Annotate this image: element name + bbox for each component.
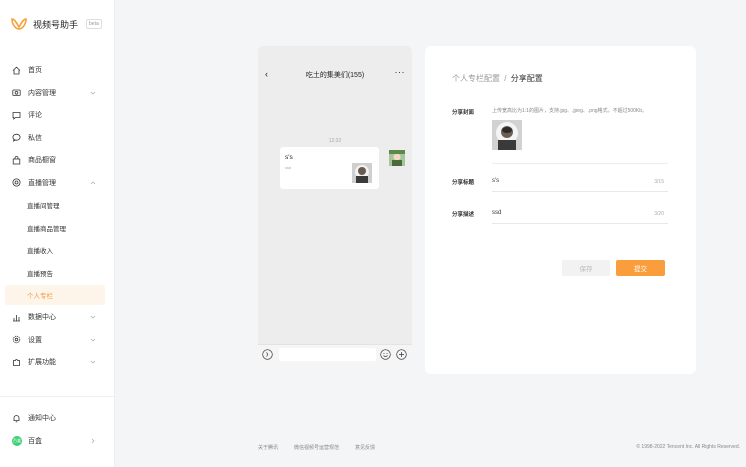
chevron-down-icon: [90, 91, 96, 94]
voice-icon[interactable]: [262, 349, 273, 360]
bag-icon: [12, 155, 21, 165]
footer-links: 关于腾讯 微信视频号运营规范 意见反馈: [258, 444, 375, 451]
chevron-down-icon: [90, 338, 96, 341]
share-card-thumbnail: [352, 163, 372, 183]
chat-title: 吃土的集美们(155): [305, 72, 365, 79]
breadcrumb-separator: /: [504, 74, 507, 83]
phone-header: ‹ 吃土的集美们(155) ···: [258, 46, 412, 101]
sidebar-subitem-live-room[interactable]: 直播间管理: [0, 194, 115, 217]
sidebar-item-content[interactable]: 内容管理: [0, 82, 115, 105]
cover-hint: 上传宽高比为1:1的图片，支持.jpg、.jpeg、.png格式，不超过500K…: [492, 108, 648, 114]
live-icon: [12, 178, 21, 187]
gear-icon: [12, 335, 21, 344]
chevron-down-icon: [90, 360, 96, 364]
sidebar-item-data[interactable]: 数据中心: [0, 306, 115, 329]
chart-icon: [12, 313, 21, 322]
sidebar-item-label: 评论: [28, 112, 42, 120]
section-divider: [492, 163, 668, 164]
submit-button[interactable]: 提交: [616, 260, 665, 276]
sidebar-subitem-live-preview[interactable]: 直播预告: [0, 262, 115, 285]
footer-link-feedback[interactable]: 意见反馈: [355, 444, 375, 451]
sidebar-item-label: 通知中心: [28, 415, 56, 423]
plus-icon[interactable]: [396, 349, 407, 360]
sidebar-bottom: 通知中心 百盒 百盒: [0, 407, 115, 452]
camera-icon: [12, 88, 21, 97]
chevron-up-icon: [90, 181, 96, 184]
share-title-value: s's: [492, 178, 500, 184]
sidebar-item-shop[interactable]: 商品橱窗: [0, 149, 115, 172]
sidebar-item-label: 设置: [28, 336, 42, 344]
user-name: 百盒: [28, 437, 42, 445]
sidebar-item-label: 首页: [28, 67, 42, 75]
sidebar-subitem-personal-column[interactable]: 个人专栏: [5, 285, 105, 305]
sidebar-item-messages[interactable]: 私信: [0, 127, 115, 150]
sidebar-item-home[interactable]: 首页: [0, 59, 115, 82]
sidebar-item-label: 商品橱窗: [28, 157, 56, 165]
cover-label: 分享封面: [452, 110, 475, 116]
home-icon: [12, 66, 21, 75]
share-card-desc: ssd: [285, 165, 292, 170]
sidebar-item-label: 扩展功能: [28, 359, 56, 367]
share-desc-input[interactable]: ssd 3/20: [492, 206, 668, 224]
message-icon: [12, 133, 21, 143]
channels-logo-icon: [11, 18, 27, 30]
save-button[interactable]: 保存: [562, 260, 610, 276]
sidebar-item-extensions[interactable]: 扩展功能: [0, 351, 115, 374]
share-card-preview: s's ssd: [280, 147, 379, 189]
desc-label: 分享描述: [452, 212, 475, 218]
chevron-down-icon: [90, 315, 96, 319]
chat-input-field[interactable]: [279, 348, 376, 361]
breadcrumb-current: 分享配置: [510, 74, 543, 83]
sidebar-item-label: 内容管理: [28, 89, 56, 97]
avatar: 百盒: [12, 435, 22, 446]
app-name: 视频号助手: [33, 19, 79, 30]
phone-preview: ‹ 吃土的集美们(155) ··· 12:32 s's ssd: [258, 46, 412, 364]
chat-time: 12:32: [328, 138, 342, 144]
more-icon[interactable]: ···: [395, 67, 406, 77]
puzzle-icon: [12, 358, 21, 367]
sender-avatar: [389, 150, 405, 166]
footer-link-rules[interactable]: 微信视频号运营规范: [294, 444, 339, 451]
bell-icon: [12, 414, 21, 423]
chevron-right-icon: [91, 438, 95, 443]
emoji-icon[interactable]: [380, 349, 391, 360]
sidebar-subitem-live-income[interactable]: 直播收入: [0, 239, 115, 262]
breadcrumb-parent[interactable]: 个人专栏配置: [452, 74, 500, 83]
sidebar-item-label: 数据中心: [28, 314, 56, 322]
breadcrumb: 个人专栏配置 / 分享配置: [452, 73, 543, 84]
share-desc-count: 3/20: [654, 211, 664, 217]
sidebar-item-notifications[interactable]: 通知中心: [0, 407, 115, 430]
copyright: © 1998-2022 Tencent Inc. All Rights Rese…: [636, 444, 740, 450]
share-title-input[interactable]: s's 3/15: [492, 174, 668, 192]
share-desc-value: ssd: [492, 210, 502, 216]
sidebar-divider: [0, 396, 115, 397]
sidebar-subitem-live-products[interactable]: 直播商品管理: [0, 217, 115, 240]
chat-input-bar: [258, 344, 412, 364]
sidebar-item-comments[interactable]: 评论: [0, 104, 115, 127]
share-card-title: s's: [285, 154, 293, 161]
sidebar-item-label: 直播管理: [28, 179, 56, 187]
share-title-count: 3/15: [654, 179, 664, 185]
cover-image-upload[interactable]: [492, 120, 522, 150]
comment-icon: [12, 111, 21, 120]
sidebar-item-live[interactable]: 直播管理: [0, 172, 115, 195]
sidebar-nav: 首页 内容管理 评论 私信 商品橱窗 直播管理 直播间管理 直播商品管理 直播收…: [0, 59, 115, 374]
title-label: 分享标题: [452, 180, 475, 186]
sidebar-item-user[interactable]: 百盒 百盒: [0, 430, 115, 453]
sidebar-item-settings[interactable]: 设置: [0, 329, 115, 352]
footer-link-about[interactable]: 关于腾讯: [258, 444, 278, 451]
sidebar-item-label: 私信: [28, 134, 42, 142]
sidebar: 视频号助手 beta 首页 内容管理 评论 私信 商品橱窗 直播管理 直播间管理…: [0, 0, 115, 467]
beta-badge: beta: [86, 19, 102, 29]
brand[interactable]: 视频号助手 beta: [11, 17, 102, 31]
share-config-panel: 个人专栏配置 / 分享配置 分享封面 上传宽高比为1:1的图片，支持.jpg、.…: [425, 46, 696, 374]
